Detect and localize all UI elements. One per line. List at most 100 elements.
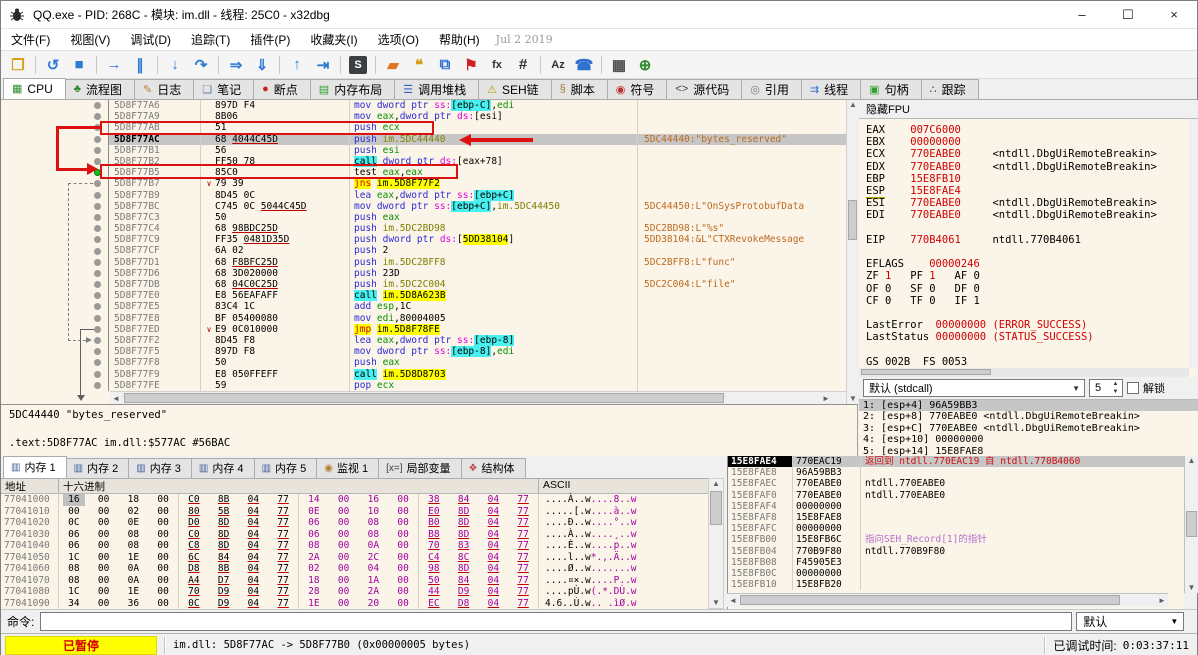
dump-byte[interactable]: 00 [93, 586, 115, 598]
dump-byte[interactable]: 00 [152, 494, 174, 506]
dump-byte[interactable]: 77 [272, 540, 294, 552]
dump-byte[interactable]: 04 [242, 494, 264, 506]
dump-byte[interactable]: 8C [453, 552, 475, 564]
dump-byte[interactable]: 00 [392, 586, 414, 598]
disasm-row-5D8F77FE[interactable]: 5D8F77FE 59 pop ecx [1, 379, 846, 391]
dump-byte[interactable]: D7 [213, 575, 235, 587]
dump-byte[interactable]: 8D [453, 517, 475, 529]
dump-byte[interactable]: 77 [512, 529, 534, 541]
stack-row-15E8FB08[interactable]: 15E8FB08 F45905E3 [728, 556, 1184, 568]
dump-byte[interactable]: 04 [242, 563, 264, 575]
breakpoint-dot-icon[interactable] [94, 337, 101, 345]
step-out-icon[interactable]: ⇓ [250, 54, 274, 76]
dump-row-77041020[interactable]: 77041020 0C 00 0E 00 D0 8D 04 77 06 00 08 00 B0 8D 04 77… [1, 517, 708, 529]
dump-row-77041070[interactable]: 77041070 08 00 0A 00 A4 D7 04 77 18 00 1A 00 50 84 04 77… [1, 574, 708, 587]
disasm-row-5D8F77B5[interactable]: 5D8F77B5 85C0 test eax,eax [1, 167, 846, 179]
dump-byte[interactable]: 04 [482, 598, 504, 610]
dump-byte[interactable]: 8D [453, 529, 475, 541]
breakpoint-dot-icon[interactable] [94, 113, 101, 121]
spinner-arrows-icon[interactable]: ▲ ▼ [1110, 380, 1121, 396]
dump-byte[interactable]: 04 [482, 586, 504, 598]
dump-byte[interactable]: 77 [512, 586, 534, 598]
dump-byte[interactable]: C4 [423, 552, 445, 564]
breakpoint-dot-icon[interactable] [94, 269, 101, 277]
tab-内存 3[interactable]: ▥ 内存 3 [128, 458, 192, 478]
stack-row-15E8FB0C[interactable]: 15E8FB0C 00000000 [728, 567, 1184, 580]
dump-byte[interactable]: 36 [122, 598, 144, 610]
dump-byte[interactable]: 1A [362, 575, 384, 587]
dump-byte[interactable]: 00 [392, 563, 414, 575]
disasm-row-5D8F77F5[interactable]: 5D8F77F5 897D F8 mov dword ptr ss:[ebp-8],… [1, 346, 846, 358]
dump-byte[interactable]: 02 [303, 563, 325, 575]
disasm-row-5D8F77AB[interactable]: 5D8F77AB 51 push ecx [1, 122, 846, 134]
patch-icon[interactable]: ▰ [381, 54, 405, 76]
dump-byte[interactable]: 08 [362, 517, 384, 529]
dump-byte[interactable]: C0 [183, 494, 205, 506]
breakpoint-gutter[interactable] [1, 279, 109, 291]
breakpoint-dot-icon[interactable] [94, 258, 101, 266]
dump-row-77041080[interactable]: 77041080 1C 00 1E 00 70 D9 04 77 28 00 2A 00 44 D9 04 77… [1, 586, 708, 598]
dump-byte[interactable]: 00 [152, 552, 174, 564]
breakpoint-dot-icon[interactable] [94, 135, 101, 143]
dump-byte[interactable]: 08 [63, 575, 85, 587]
dump-byte[interactable]: 00 [152, 575, 174, 587]
dump-byte[interactable]: D9 [213, 598, 235, 610]
register-line[interactable] [866, 344, 1189, 356]
calling-convention-select[interactable]: 默认 (stdcall) ▼ [863, 379, 1085, 397]
dump-byte[interactable]: 8B [213, 494, 235, 506]
disasm-row-5D8F77AC[interactable]: 5D8F77AC 68 4044C45D push im.5DC44440 5DC44… [1, 133, 846, 145]
breakpoint-dot-icon[interactable] [94, 180, 101, 188]
disasm-row-5D8F77C3[interactable]: 5D8F77C3 50 push eax [1, 211, 846, 224]
breakpoint-gutter[interactable] [1, 111, 109, 123]
menu-文件F[interactable]: 文件(F) [1, 29, 60, 50]
stack-row-15E8FAEC[interactable]: 15E8FAEC 770EABE0 ntdll.770EABE0 [728, 478, 1184, 490]
dump-byte[interactable]: B8 [423, 529, 445, 541]
dump-byte[interactable]: 00 [93, 517, 115, 529]
breakpoint-dot-icon[interactable] [94, 348, 101, 356]
breakpoint-dot-icon[interactable] [94, 236, 101, 244]
dump-byte[interactable]: 00 [152, 517, 174, 529]
breakpoint-gutter[interactable] [1, 245, 109, 257]
strings-icon[interactable]: Az [546, 54, 570, 76]
disasm-row-5D8F77DB[interactable]: 5D8F77DB 68 04C0C25D push im.5DC2C004 5DC2C… [1, 279, 846, 291]
dump-byte[interactable]: 0E [122, 517, 144, 529]
calculator-icon[interactable]: ▦ [607, 54, 631, 76]
register-line[interactable]: EFLAGS 00000246 [866, 258, 1189, 270]
dump-row-77041050[interactable]: 77041050 1C 00 1E 00 6C 84 04 77 2A 00 2C 00 C4 8C 04 77… [1, 551, 708, 564]
dump-byte[interactable]: 16 [62, 494, 85, 506]
tab-结构体[interactable]: ❖ 结构体 [460, 458, 526, 478]
dump-byte[interactable]: 00 [93, 529, 115, 541]
dump-byte[interactable]: 8B [213, 563, 235, 575]
dump-byte[interactable]: C8 [183, 540, 205, 552]
disasm-row-5D8F77ED[interactable]: 5D8F77ED ∨ E9 0C010000 jmp im.5D8F78FE [1, 323, 846, 335]
dump-byte[interactable]: 77 [272, 506, 294, 518]
disasm-row-5D8F77A9[interactable]: 5D8F77A9 8B06 mov eax,dword ptr ds:[esi] [1, 111, 846, 123]
dump-byte[interactable]: D0 [183, 517, 205, 529]
breakpoint-gutter[interactable] [1, 200, 109, 212]
menu-插件P[interactable]: 插件(P) [240, 29, 300, 50]
dump-byte[interactable]: 00 [93, 540, 115, 552]
dump-byte[interactable]: 04 [242, 552, 264, 564]
maximize-button[interactable]: ☐ [1105, 1, 1151, 28]
tab-CPU[interactable]: ▦ CPU [3, 78, 66, 99]
menu-帮助H[interactable]: 帮助(H) [429, 29, 490, 50]
close-button[interactable]: × [1151, 1, 1197, 28]
dump-byte[interactable]: 04 [482, 517, 504, 529]
dump-byte[interactable]: 00 [152, 529, 174, 541]
stack-row-15E8FB10[interactable]: 15E8FB10 15E8FB20 [728, 579, 1184, 591]
dump-byte[interactable]: 77 [272, 563, 294, 575]
label-icon[interactable]: ⧉ [433, 54, 457, 76]
register-line[interactable] [866, 246, 1189, 258]
register-line[interactable]: ESI 770EABE0 <ntdll.DbgUiRemoteBreakin> [866, 197, 1189, 209]
register-line[interactable]: ESP 15E8FAE4 [866, 185, 1189, 200]
tab-句柄[interactable]: ▣ 句柄 [860, 79, 922, 99]
register-line[interactable] [866, 307, 1189, 319]
dump-byte[interactable]: 00 [333, 598, 355, 610]
dump-row-77041030[interactable]: 77041030 06 00 08 00 C0 8D 04 77 06 00 08 00 B8 8D 04 77… [1, 528, 708, 541]
dump-byte[interactable]: 8D [213, 540, 235, 552]
dump-byte[interactable]: 16 [362, 494, 384, 506]
tab-引用[interactable]: ◎ 引用 [741, 79, 802, 99]
dump-byte[interactable]: 00 [333, 563, 355, 575]
menu-收藏夹I[interactable]: 收藏夹(I) [300, 29, 367, 50]
dump-col-hex[interactable]: 十六进制 [59, 479, 539, 493]
